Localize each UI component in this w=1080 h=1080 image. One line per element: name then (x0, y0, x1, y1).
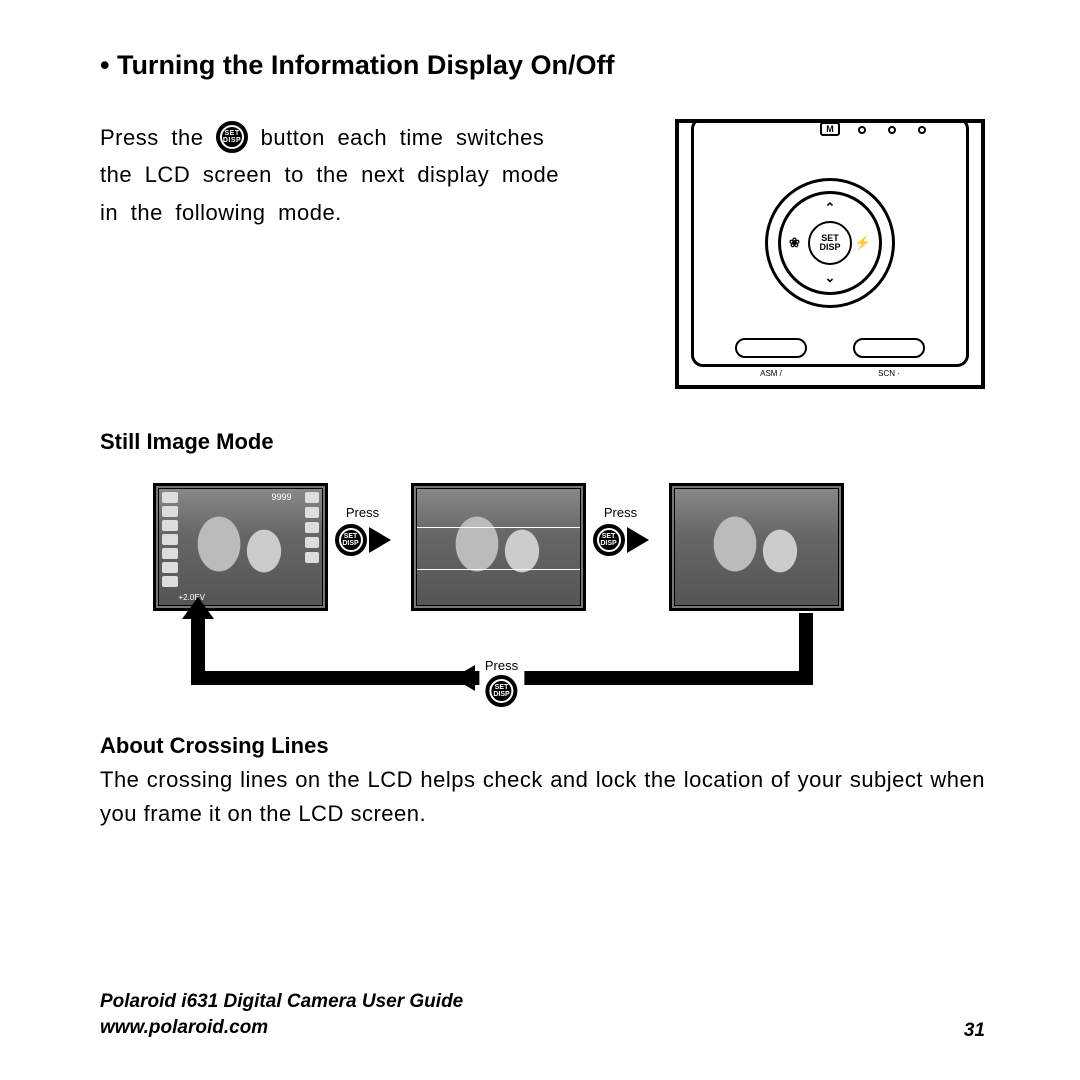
scn-button (853, 338, 925, 358)
dpad-ring: SET DISP ⌃ ⌄ ❀ ⚡ (765, 178, 895, 308)
camera-illustration: M SET DISP ⌃ ⌄ ❀ ⚡ (675, 119, 985, 389)
mode-dial-icon: M (820, 122, 840, 136)
bottom-buttons (694, 338, 966, 358)
set-disp-icon: SETDISP (216, 121, 248, 153)
indicator-leds (858, 126, 926, 134)
asm-label: ASM / (760, 369, 782, 378)
osd-right-icons (299, 492, 319, 602)
about-crossing-lines-body: The crossing lines on the LCD helps chec… (100, 763, 985, 831)
set-disp-icon: SETDISP (485, 675, 517, 707)
screen-full-info: 9999 +2.0EV (153, 483, 328, 611)
up-arrow-icon: ⌃ (825, 200, 836, 216)
page-footer: Polaroid i631 Digital Camera User Guide … (100, 989, 985, 1042)
screen-grid (411, 483, 586, 611)
section-heading: • Turning the Information Display On/Off (100, 50, 985, 81)
set-disp-button: SET DISP (808, 221, 852, 265)
arrow-up-icon (182, 597, 214, 619)
press-step-1: Press SETDISP (335, 505, 391, 556)
asm-button (735, 338, 807, 358)
footer-title: Polaroid i631 Digital Camera User Guide (100, 989, 463, 1016)
arrow-left-icon (453, 665, 475, 691)
press-label: Press (485, 658, 518, 673)
scn-label: SCN · (878, 369, 900, 378)
arrow-right-icon (627, 527, 649, 553)
arrow-right-icon (369, 527, 391, 553)
press-step-3: Press SETDISP (479, 658, 524, 707)
display-mode-flow: 9999 +2.0EV Press SETDISP Press SETDISP … (153, 483, 933, 703)
press-step-2: Press SETDISP (593, 505, 649, 556)
set-disp-icon: SETDISP (593, 524, 625, 556)
footer-url: www.polaroid.com (100, 1015, 463, 1042)
osd-left-icons (162, 492, 192, 602)
press-label: Press (346, 505, 379, 520)
about-crossing-lines-heading: About Crossing Lines (100, 733, 985, 759)
page-number: 31 (964, 1020, 985, 1042)
intro-before: Press the (100, 125, 216, 150)
intro-paragraph: Press the SETDISP button each time switc… (100, 119, 580, 231)
return-arrow-path: Press SETDISP (191, 613, 813, 685)
down-arrow-icon: ⌄ (825, 270, 836, 286)
osd-shots-remaining: 9999 (271, 492, 291, 502)
flash-icon: ⚡ (855, 235, 871, 251)
macro-icon: ❀ (789, 235, 800, 251)
press-label: Press (604, 505, 637, 520)
set-disp-icon: SETDISP (335, 524, 367, 556)
intro-block: Press the SETDISP button each time switc… (100, 119, 985, 389)
still-image-mode-heading: Still Image Mode (100, 429, 985, 455)
screen-clean (669, 483, 844, 611)
